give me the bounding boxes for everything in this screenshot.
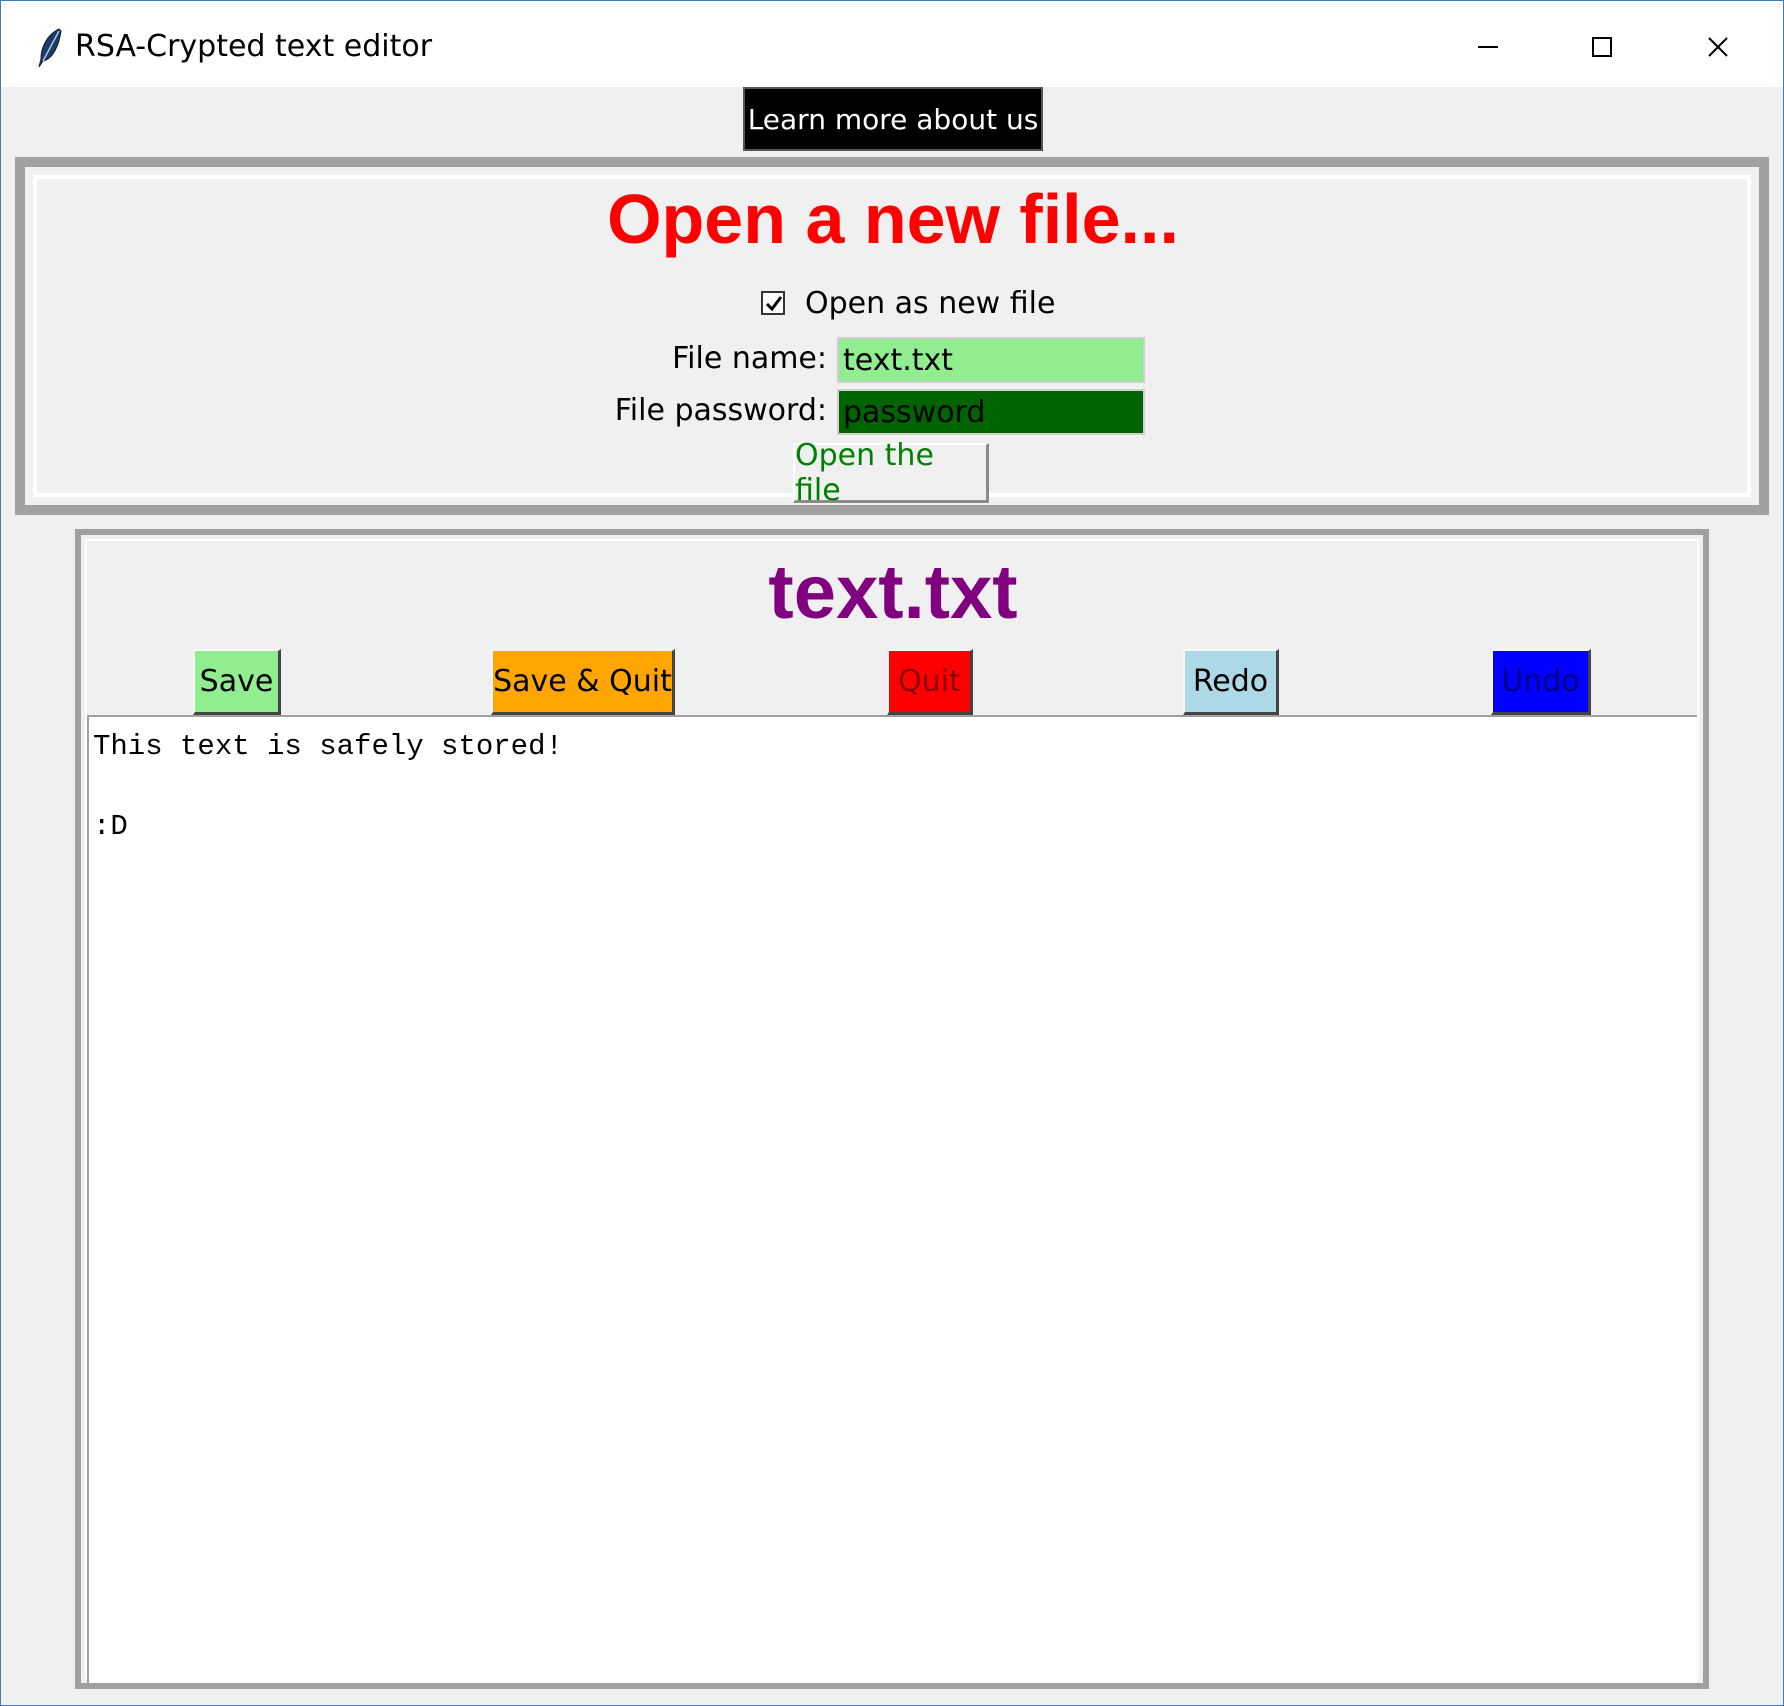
file-password-label: File password: bbox=[614, 393, 827, 428]
redo-button[interactable]: Redo bbox=[1183, 649, 1279, 715]
checkmark-icon bbox=[765, 296, 783, 312]
open-as-new-checkbox[interactable] bbox=[761, 291, 785, 315]
file-name-label: File name: bbox=[672, 341, 827, 376]
minimize-icon bbox=[1478, 46, 1498, 48]
file-name-field[interactable] bbox=[837, 337, 1145, 383]
maximize-button[interactable] bbox=[1547, 19, 1657, 75]
text-line bbox=[93, 767, 1693, 807]
undo-button[interactable]: Undo bbox=[1491, 649, 1591, 715]
quit-button[interactable]: Quit bbox=[887, 649, 973, 715]
save-quit-button[interactable]: Save & Quit bbox=[491, 649, 675, 715]
window-title: RSA-Crypted text editor bbox=[75, 29, 433, 64]
close-button[interactable] bbox=[1663, 19, 1773, 75]
editor-text-area[interactable]: This text is safely stored! :D bbox=[87, 715, 1697, 1683]
learn-more-button[interactable]: Learn more about us bbox=[743, 87, 1043, 151]
title-bar[interactable]: RSA-Crypted text editor bbox=[1, 1, 1783, 87]
close-icon bbox=[1708, 37, 1728, 57]
open-file-title: Open a new file... bbox=[607, 180, 1179, 258]
editor-file-title: text.txt bbox=[768, 550, 1018, 635]
maximize-icon bbox=[1592, 37, 1612, 57]
open-as-new-label: Open as new file bbox=[805, 285, 1056, 321]
file-password-field[interactable] bbox=[837, 389, 1145, 435]
minimize-button[interactable] bbox=[1433, 19, 1543, 75]
text-line: This text is safely stored! bbox=[93, 730, 563, 763]
open-as-new-row: Open as new file bbox=[761, 283, 1055, 323]
app-window: RSA-Crypted text editor Learn more about… bbox=[0, 0, 1784, 1706]
open-file-button[interactable]: Open the file bbox=[793, 438, 989, 508]
save-button[interactable]: Save bbox=[193, 649, 281, 715]
feather-icon bbox=[35, 27, 65, 69]
text-line: :D bbox=[93, 810, 128, 843]
